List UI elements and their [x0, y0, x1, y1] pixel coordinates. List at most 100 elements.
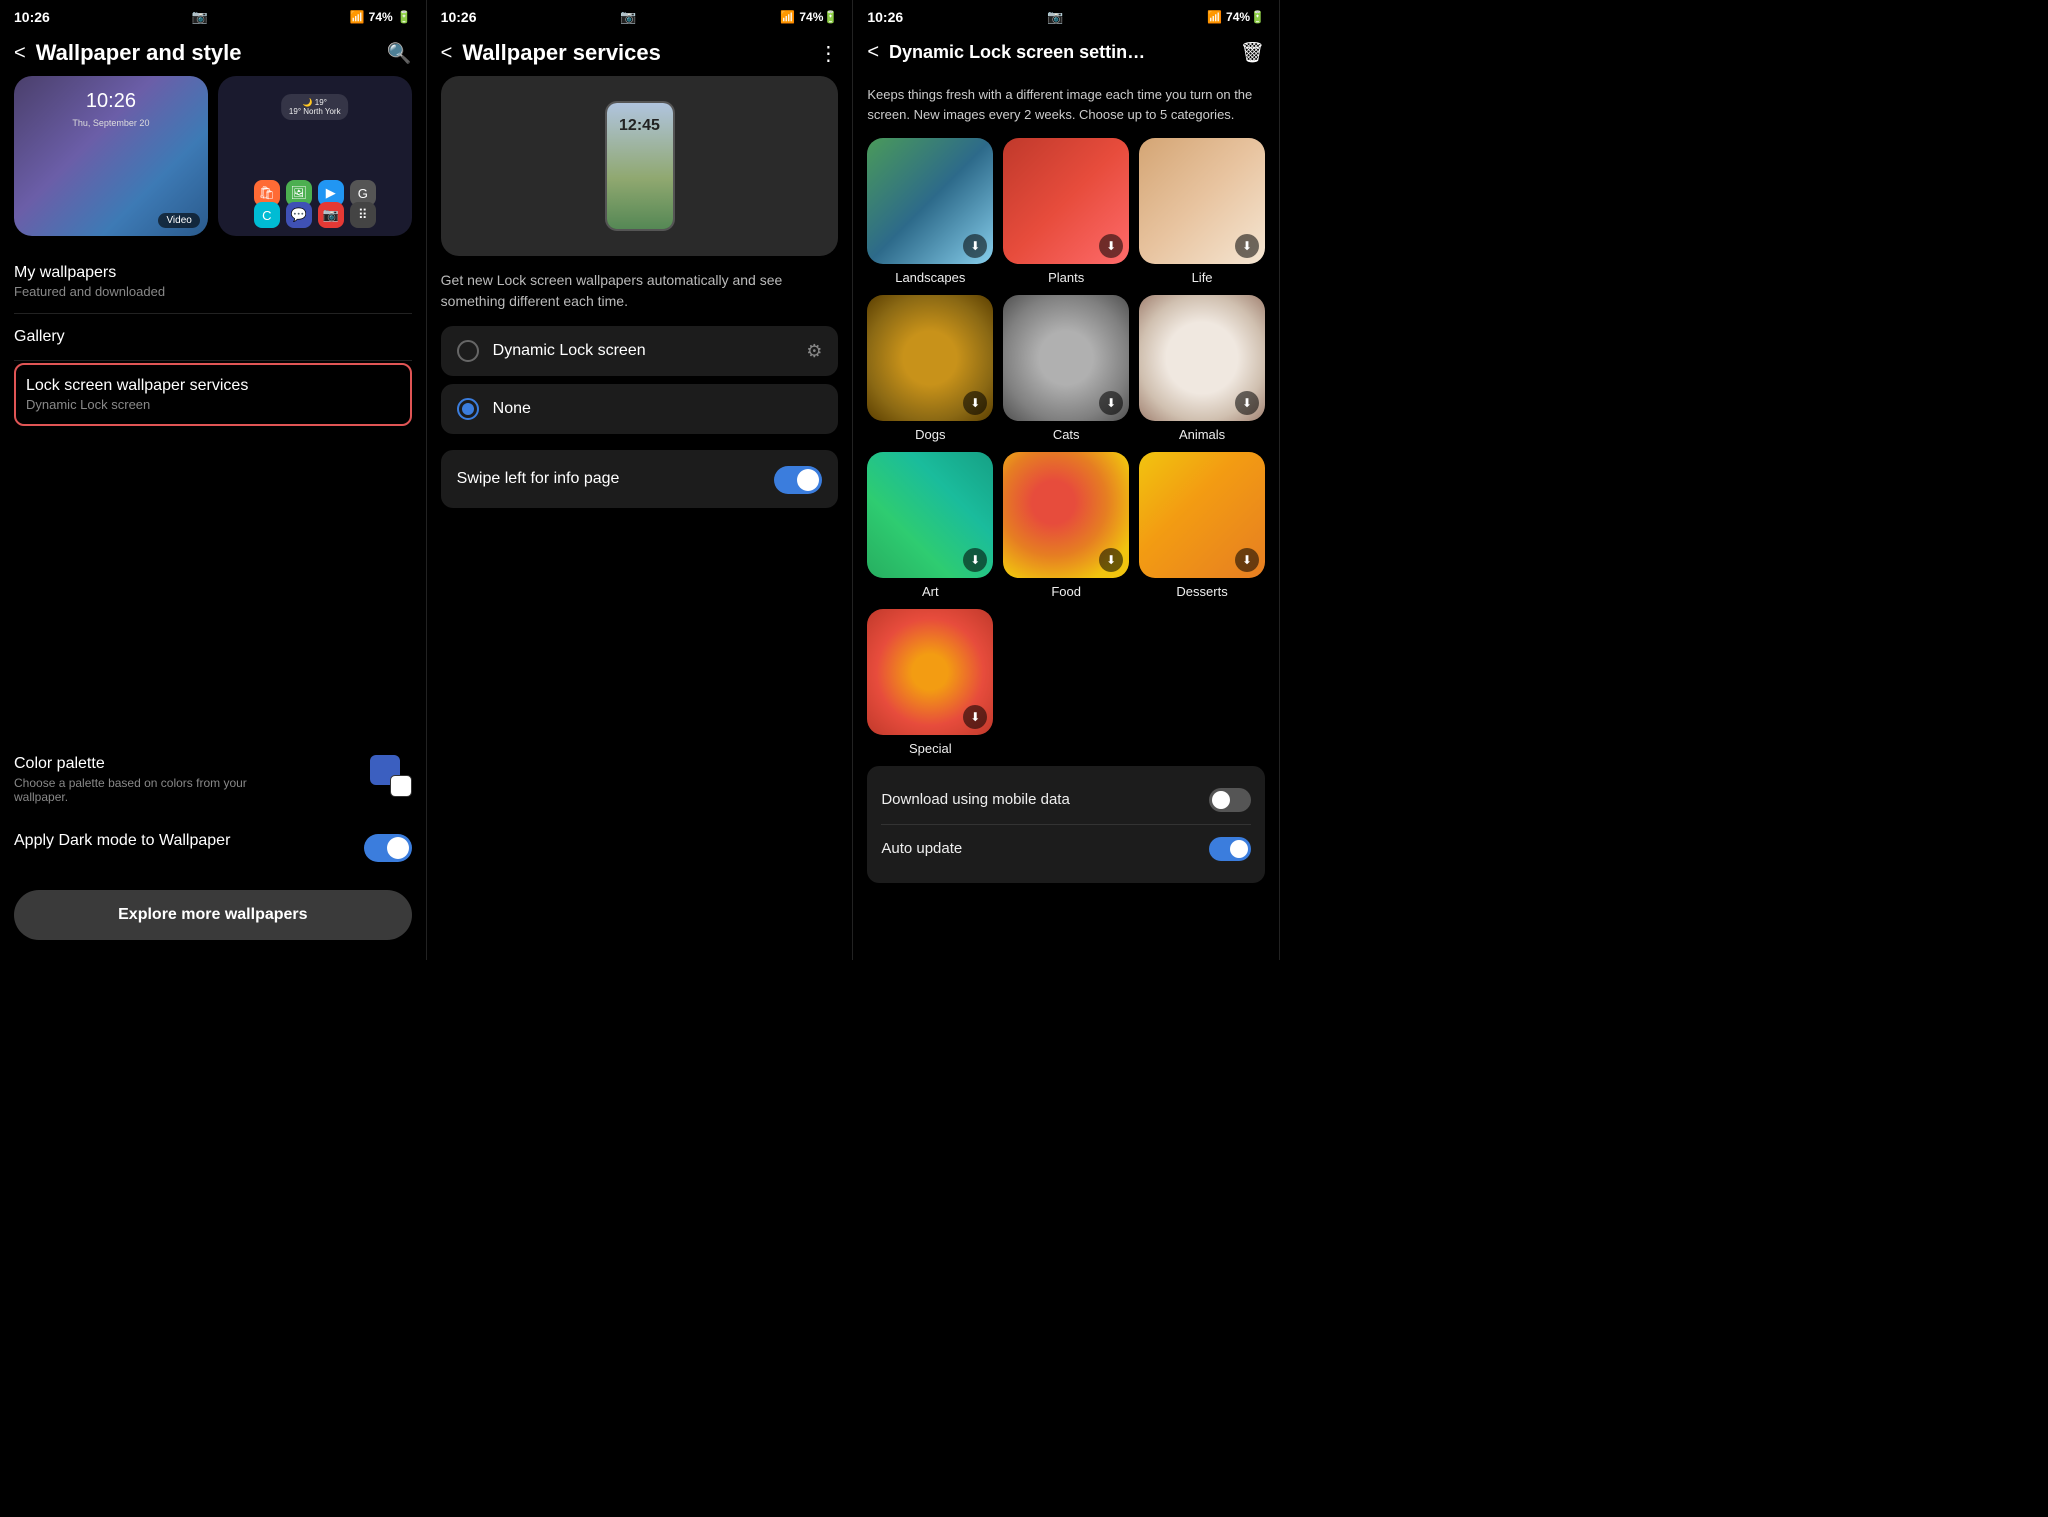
special-dl-badge: ⬇: [963, 705, 987, 729]
preview-date: Thu, September 20: [72, 118, 149, 128]
phone-mockup: 12:45: [605, 101, 675, 231]
color-palette-info: Color palette Choose a palette based on …: [14, 755, 274, 804]
panel-wallpaper-style: 10:26 📷 📶 74% 🔋 < Wallpaper and style 🔍 …: [0, 0, 427, 960]
art-thumb: ⬇: [867, 452, 993, 578]
home-screen-preview[interactable]: 🌙 19° 19° North York 🛍 🖼 ▶ G C 💬 📷 ⠿: [218, 76, 412, 236]
lock-services-sub: Dynamic Lock screen: [26, 397, 400, 412]
weather-temp: 🌙 19°: [289, 98, 341, 107]
explore-wallpapers-button[interactable]: Explore more wallpapers: [14, 890, 412, 940]
lock-screen-preview[interactable]: 10:26 Thu, September 20 Video: [14, 76, 208, 236]
my-wallpapers-title: My wallpapers: [14, 264, 412, 282]
back-button-1[interactable]: <: [14, 42, 26, 65]
color-palette-sub: Choose a palette based on colors from yo…: [14, 776, 274, 804]
download-mobile-toggle[interactable]: [1209, 788, 1251, 812]
battery-2: 74%🔋: [799, 10, 838, 24]
auto-update-row: Auto update: [881, 825, 1251, 873]
swipe-toggle[interactable]: [774, 466, 822, 494]
category-landscapes[interactable]: ⬇ Landscapes: [867, 138, 993, 285]
category-special[interactable]: ⬇ Special: [867, 609, 993, 756]
food-label: Food: [1051, 584, 1081, 599]
life-label: Life: [1192, 270, 1213, 285]
back-button-2[interactable]: <: [441, 42, 453, 65]
landscapes-label: Landscapes: [895, 270, 965, 285]
cats-thumb: ⬇: [1003, 295, 1129, 421]
gallery-item[interactable]: Gallery: [14, 314, 412, 361]
app-icons-row2: C 💬 📷 ⠿: [254, 202, 376, 228]
desserts-dl-badge: ⬇: [1235, 548, 1259, 572]
preview-time: 10:26: [86, 90, 136, 113]
status-icon-2: 📷: [620, 9, 636, 25]
dogs-dl-badge: ⬇: [963, 391, 987, 415]
page-title-2: Wallpaper services: [462, 40, 808, 66]
dynamic-lock-gear-icon[interactable]: ⚙: [806, 341, 822, 362]
auto-update-toggle[interactable]: [1209, 837, 1251, 861]
my-wallpapers-item[interactable]: My wallpapers Featured and downloaded: [14, 250, 412, 314]
desserts-label: Desserts: [1176, 584, 1227, 599]
landscapes-thumb: ⬇: [867, 138, 993, 264]
color-palette-title: Color palette: [14, 755, 274, 773]
mockup-time: 12:45: [619, 117, 660, 135]
menu-list-1: My wallpapers Featured and downloaded Ga…: [0, 250, 426, 741]
dark-mode-title: Apply Dark mode to Wallpaper: [14, 832, 230, 850]
gallery-title: Gallery: [14, 328, 412, 346]
status-bar-2: 10:26 📷 📶 74%🔋: [427, 0, 853, 32]
phone-mockup-screen: 12:45: [607, 103, 673, 229]
wifi-icon-1: 📶: [350, 10, 365, 24]
video-badge: Video: [158, 213, 199, 228]
status-bar-3: 10:26 📷 📶 74%🔋: [853, 0, 1279, 32]
auto-update-label: Auto update: [881, 840, 962, 857]
top-bar-3: < Dynamic Lock screen settin… 🗑: [853, 32, 1279, 75]
panel-dynamic-lock-settings: 10:26 📷 📶 74%🔋 < Dynamic Lock screen set…: [853, 0, 1280, 960]
dark-mode-toggle[interactable]: [364, 834, 412, 862]
app-icon-messages: 💬: [286, 202, 312, 228]
status-icon-1: 📷: [192, 9, 208, 25]
special-thumb: ⬇: [867, 609, 993, 735]
cats-label: Cats: [1053, 427, 1080, 442]
dogs-label: Dogs: [915, 427, 945, 442]
category-plants[interactable]: ⬇ Plants: [1003, 138, 1129, 285]
category-art[interactable]: ⬇ Art: [867, 452, 993, 599]
battery-1: 74%: [369, 10, 393, 24]
dynamic-lock-screen-option[interactable]: Dynamic Lock screen ⚙: [441, 326, 839, 376]
none-option[interactable]: None: [441, 384, 839, 434]
download-settings: Download using mobile data Auto update: [867, 766, 1265, 883]
panel-wallpaper-services: 10:26 📷 📶 74%🔋 < Wallpaper services ⋮ 12…: [427, 0, 854, 960]
status-bar-1: 10:26 📷 📶 74% 🔋: [0, 0, 426, 32]
category-animals[interactable]: ⬇ Animals: [1139, 295, 1265, 442]
service-description: Get new Lock screen wallpapers automatic…: [427, 270, 853, 326]
weather-loc: 19° North York: [289, 107, 341, 116]
wallpaper-service-preview: 12:45: [441, 76, 839, 256]
search-icon-1[interactable]: 🔍: [387, 41, 412, 66]
lock-screen-wallpaper-services-item[interactable]: Lock screen wallpaper services Dynamic L…: [14, 363, 412, 426]
dogs-thumb: ⬇: [867, 295, 993, 421]
animals-label: Animals: [1179, 427, 1225, 442]
more-options-icon[interactable]: ⋮: [818, 41, 838, 66]
share-icon-3[interactable]: 🗑: [1240, 40, 1265, 65]
category-desserts[interactable]: ⬇ Desserts: [1139, 452, 1265, 599]
swipe-label: Swipe left for info page: [457, 470, 620, 488]
download-mobile-row: Download using mobile data: [881, 776, 1251, 825]
special-label: Special: [909, 741, 952, 756]
animals-dl-badge: ⬇: [1235, 391, 1259, 415]
art-dl-badge: ⬇: [963, 548, 987, 572]
none-radio[interactable]: [457, 398, 479, 420]
categories-grid: ⬇ Landscapes ⬇ Plants ⬇ Life ⬇: [853, 138, 1279, 756]
color-palette-preview[interactable]: [370, 755, 412, 797]
category-food[interactable]: ⬇ Food: [1003, 452, 1129, 599]
download-mobile-label: Download using mobile data: [881, 791, 1069, 808]
battery-3: 74%🔋: [1226, 10, 1265, 24]
life-dl-badge: ⬇: [1235, 234, 1259, 258]
back-button-3[interactable]: <: [867, 41, 879, 64]
dynamic-lock-radio[interactable]: [457, 340, 479, 362]
category-life[interactable]: ⬇ Life: [1139, 138, 1265, 285]
my-wallpapers-sub: Featured and downloaded: [14, 284, 412, 299]
plants-dl-badge: ⬇: [1099, 234, 1123, 258]
dynamic-lock-description: Keeps things fresh with a different imag…: [853, 75, 1279, 138]
category-dogs[interactable]: ⬇ Dogs: [867, 295, 993, 442]
food-dl-badge: ⬇: [1099, 548, 1123, 572]
dynamic-lock-label: Dynamic Lock screen: [493, 342, 793, 360]
none-label: None: [493, 400, 823, 418]
weather-widget: 🌙 19° 19° North York: [281, 94, 349, 120]
top-bar-2: < Wallpaper services ⋮: [427, 32, 853, 76]
category-cats[interactable]: ⬇ Cats: [1003, 295, 1129, 442]
